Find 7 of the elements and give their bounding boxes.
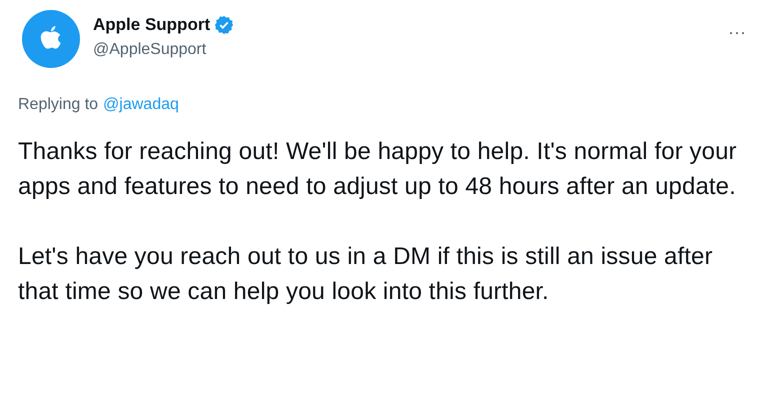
- author-handle[interactable]: @AppleSupport: [93, 41, 234, 59]
- replying-label: Replying to: [18, 96, 98, 114]
- tweet-text: Let's have you reach out to us in a DM if this is still an issue after that time so we can help you look into this further.: [18, 242, 714, 307]
- author-name[interactable]: Apple Support: [93, 15, 210, 35]
- tweet-text: Thanks for reaching out! We'll be happy to help. It's normal for your apps and features to need to adjust up to 48 hours after an update.: [18, 137, 738, 202]
- more-button[interactable]: ···: [724, 22, 750, 43]
- apple-icon[interactable]: [22, 10, 80, 68]
